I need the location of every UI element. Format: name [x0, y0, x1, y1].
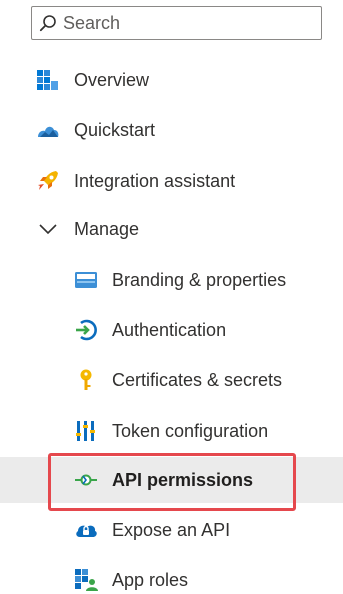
- search-box[interactable]: [31, 6, 322, 40]
- overview-icon: [37, 70, 58, 90]
- nav-item-label: Certificates & secrets: [112, 369, 283, 390]
- app-registration-sidebar: Overview Quickstart Integration assistan…: [0, 0, 343, 594]
- search-icon: [39, 15, 56, 32]
- nav-item-label: API permissions: [112, 469, 254, 490]
- nav-item-branding-properties[interactable]: Branding & properties: [0, 258, 343, 302]
- nav-item-quickstart[interactable]: Quickstart: [0, 108, 343, 152]
- chevron-down-icon: [39, 224, 57, 235]
- nav-item-app-roles[interactable]: App roles: [0, 558, 343, 594]
- app-roles-icon: [75, 569, 98, 591]
- search-input[interactable]: [63, 12, 293, 34]
- key-icon: [80, 369, 92, 390]
- nav-item-expose-an-api[interactable]: Expose an API: [0, 508, 343, 552]
- api-permissions-icon: [75, 474, 97, 486]
- nav-item-label: Branding & properties: [112, 269, 287, 290]
- nav-item-api-permissions[interactable]: API permissions: [0, 458, 343, 502]
- quickstart-icon: [38, 126, 59, 137]
- nav-item-label: App roles: [112, 569, 189, 590]
- cloud-icon: [76, 525, 97, 537]
- nav-item-label: Expose an API: [112, 519, 231, 540]
- nav-item-integration-assistant[interactable]: Integration assistant: [0, 159, 343, 203]
- nav-item-label: Integration assistant: [74, 170, 236, 191]
- nav-item-label: Quickstart: [74, 119, 156, 140]
- nav-item-label: Overview: [74, 69, 150, 90]
- nav-item-label: Authentication: [112, 319, 227, 340]
- authentication-icon: [76, 319, 97, 341]
- nav-group-label: Manage: [74, 218, 140, 239]
- nav-item-token-configuration[interactable]: Token configuration: [0, 409, 343, 453]
- rocket-icon: [38, 171, 58, 190]
- nav-item-certificates-secrets[interactable]: Certificates & secrets: [0, 358, 343, 402]
- nav-group-manage[interactable]: Manage: [0, 207, 343, 251]
- token-config-icon: [76, 421, 95, 441]
- nav-item-overview[interactable]: Overview: [0, 58, 343, 102]
- nav-item-label: Token configuration: [112, 420, 269, 441]
- nav-item-authentication[interactable]: Authentication: [0, 308, 343, 352]
- branding-icon: [75, 272, 97, 288]
